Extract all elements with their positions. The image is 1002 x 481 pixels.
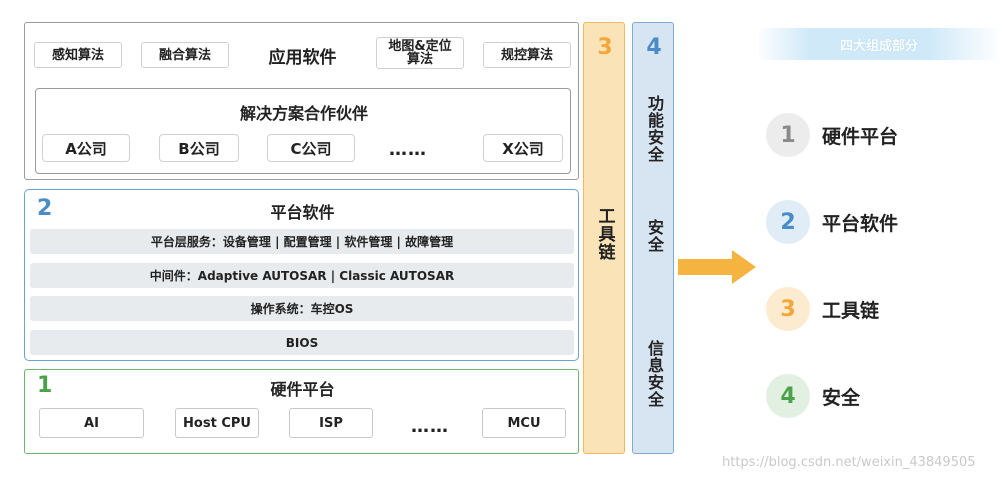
legend-item-safety: 4 安全	[766, 374, 860, 418]
hardware-ellipsis: ……	[411, 416, 449, 437]
functional-safety-label: 功能安全	[645, 95, 664, 163]
security-label: 安全	[645, 219, 664, 253]
watermark-url: https://blog.csdn.net/weixin_43849505	[722, 455, 976, 470]
legend-item-hardware: 1 硬件平台	[766, 113, 898, 157]
layer-middleware: 中间件：Adaptive AUTOSAR | Classic AUTOSAR	[30, 263, 574, 288]
information-security-label: 信息安全	[645, 340, 664, 408]
safety-column: 4 功能安全 安全 信息安全	[632, 22, 674, 454]
legend-number-2: 2	[766, 200, 810, 244]
legend-number-3: 3	[766, 287, 810, 331]
company-b: B公司	[159, 134, 239, 162]
legend-number-1: 1	[766, 113, 810, 157]
companies-ellipsis: ……	[389, 139, 427, 160]
layer-operating-system: 操作系统：车控OS	[30, 296, 574, 321]
hardware-platform-box: 1 硬件平台 AI Host CPU ISP …… MCU	[24, 369, 579, 454]
legend-label-3: 工具链	[822, 299, 880, 322]
hw-mcu: MCU	[482, 408, 566, 438]
platform-software-box: 2 平台软件 平台层服务：设备管理 | 配置管理 | 软件管理 | 故障管理 中…	[24, 189, 579, 361]
legend-label-2: 平台软件	[822, 212, 899, 235]
layer-platform-services: 平台层服务：设备管理 | 配置管理 | 软件管理 | 故障管理	[30, 229, 574, 254]
partners-title: 解决方案合作伙伴	[239, 104, 368, 123]
company-c: C公司	[267, 134, 355, 162]
solution-partners-box: 解决方案合作伙伴 A公司 B公司 C公司 …… X公司	[35, 88, 571, 174]
hw-ai: AI	[39, 408, 144, 438]
legend-item-toolchain: 3 工具链	[766, 287, 879, 331]
legend-title-text: 四大组成部分	[839, 38, 918, 54]
hardware-title: 硬件平台	[270, 380, 335, 399]
company-x: X公司	[483, 134, 563, 162]
hw-isp: ISP	[289, 408, 373, 438]
right-arrow-icon	[678, 250, 756, 284]
company-a: A公司	[42, 134, 130, 162]
layer-bios: BIOS	[30, 330, 574, 355]
legend-number-4: 4	[766, 374, 810, 418]
legend-item-platform: 2 平台软件	[766, 200, 898, 244]
toolchain-number: 3	[597, 35, 613, 60]
module-map-localization: 地图&定位算法	[376, 37, 464, 69]
hw-host-cpu: Host CPU	[175, 408, 259, 438]
toolchain-label: 工具链	[594, 207, 615, 261]
application-software-box: 感知算法 融合算法 应用软件 地图&定位算法 规控算法 解决方案合作伙伴 A公司…	[24, 22, 579, 180]
platform-title: 平台软件	[270, 203, 335, 222]
toolchain-column: 3 工具链	[583, 22, 625, 454]
legend-label-4: 安全	[822, 386, 861, 409]
module-planning-control: 规控算法	[483, 42, 571, 68]
safety-number: 4	[646, 35, 662, 60]
legend-label-1: 硬件平台	[822, 125, 899, 148]
legend-title: 四大组成部分	[756, 28, 1002, 60]
